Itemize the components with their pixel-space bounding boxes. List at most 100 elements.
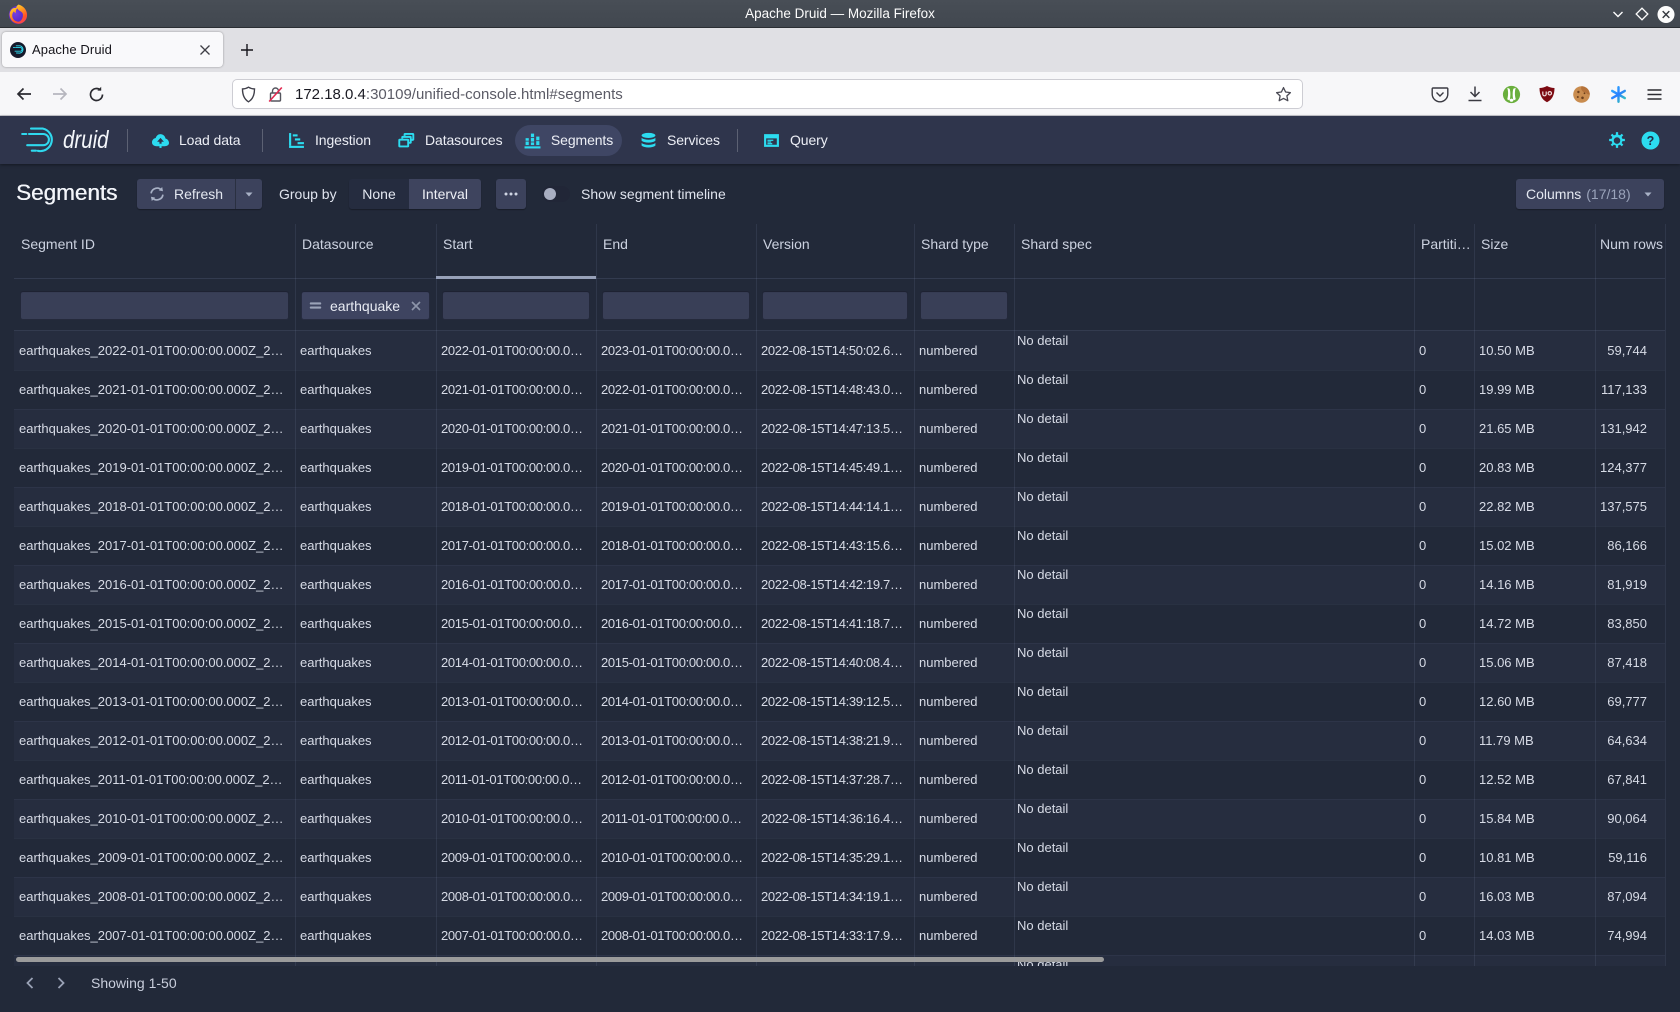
next-page-button[interactable] [51, 973, 71, 993]
druid-brand[interactable]: druid [21, 116, 119, 164]
nav-datasources[interactable]: Datasources [398, 116, 503, 164]
cell-partition: 0 [1419, 799, 1466, 838]
filter-input[interactable] [920, 291, 1008, 320]
reload-button[interactable] [81, 79, 111, 109]
refresh-button[interactable]: Refresh [137, 179, 236, 209]
table-row[interactable]: earthquakes_2016-01-01T00:00:00.000Z_2…e… [14, 565, 1665, 604]
column-header[interactable]: Segment ID [21, 236, 290, 252]
url-bar[interactable]: 172.18.0.4:30109/unified-console.html#se… [232, 79, 1303, 109]
timeline-toggle-track[interactable] [542, 186, 570, 202]
browser-tab[interactable]: Apache Druid [2, 32, 223, 67]
url-text: 172.18.0.4:30109/unified-console.html#se… [295, 86, 623, 103]
table-row[interactable]: earthquakes_2022-01-01T00:00:00.000Z_2…e… [14, 331, 1665, 370]
menu-hamburger-icon[interactable] [1639, 79, 1669, 109]
nav-segments[interactable]: Segments [515, 125, 622, 156]
prev-page-button[interactable] [20, 973, 40, 993]
cell-partition: 0 [1419, 409, 1466, 448]
datasource-filter[interactable]: earthquake [301, 291, 430, 320]
cell-shard_spec: No detail [1017, 643, 1404, 682]
column-header[interactable]: Shard spec [1021, 236, 1409, 252]
columns-label: Columns [1526, 186, 1581, 202]
cell-end: 2010-01-01T00:00:00.0… [601, 838, 748, 877]
nav-label: Services [667, 132, 720, 148]
table-row[interactable]: earthquakes_2019-01-01T00:00:00.000Z_2…e… [14, 448, 1665, 487]
insecure-lock-icon[interactable] [263, 79, 287, 109]
filter-input[interactable] [442, 291, 590, 320]
table-row[interactable]: earthquakes_2011-01-01T00:00:00.000Z_2…e… [14, 760, 1665, 799]
table-row[interactable]: earthquakes_2021-01-01T00:00:00.000Z_2…e… [14, 370, 1665, 409]
column-header[interactable]: Shard type [921, 236, 1009, 252]
bookmark-star-icon[interactable] [1268, 79, 1298, 109]
forward-button[interactable] [45, 79, 75, 109]
new-tab-button[interactable] [233, 36, 260, 63]
nav-load-data[interactable]: Load data [152, 116, 240, 164]
table-row[interactable]: earthquakes_2010-01-01T00:00:00.000Z_2…e… [14, 799, 1665, 838]
cell-partition: 0 [1419, 331, 1466, 370]
pocket-icon[interactable] [1425, 79, 1455, 109]
table-row[interactable]: earthquakes_2015-01-01T00:00:00.000Z_2…e… [14, 604, 1665, 643]
window-maximize-button[interactable] [1633, 5, 1651, 23]
cell-num_rows: 90,064 [1600, 799, 1647, 838]
remove-filter-icon[interactable] [410, 300, 422, 312]
column-header[interactable]: Version [763, 236, 909, 252]
nav-ingestion[interactable]: Ingestion [288, 116, 371, 164]
cell-end: 2015-01-01T00:00:00.0… [601, 643, 748, 682]
back-button[interactable] [9, 79, 39, 109]
table-row[interactable]: earthquakes_2013-01-01T00:00:00.000Z_2…e… [14, 682, 1665, 721]
table-row[interactable]: earthquakes_2007-01-01T00:00:00.000Z_2…e… [14, 916, 1665, 955]
cell-segment_id: earthquakes_2013-01-01T00:00:00.000Z_2… [19, 682, 287, 721]
refresh-dropdown-button[interactable] [236, 188, 262, 200]
window-minimize-button[interactable] [1609, 5, 1627, 23]
cell-end: 2012-01-01T00:00:00.0… [601, 760, 748, 799]
shield-icon[interactable] [233, 79, 263, 109]
filter-input[interactable] [762, 291, 908, 320]
columns-button[interactable]: Columns (17/18) [1516, 179, 1664, 209]
cell-segment_id: earthquakes_2017-01-01T00:00:00.000Z_2… [19, 526, 287, 565]
column-header[interactable]: Partiti… [1421, 236, 1469, 252]
privacy-badger-icon[interactable] [1496, 79, 1526, 109]
table-row[interactable]: earthquakes_2012-01-01T00:00:00.000Z_2…e… [14, 721, 1665, 760]
window-close-button[interactable] [1657, 5, 1675, 23]
help-icon[interactable]: ? [1641, 131, 1660, 150]
table-row[interactable]: earthquakes_2008-01-01T00:00:00.000Z_2…e… [14, 877, 1665, 916]
cookie-icon[interactable] [1566, 79, 1596, 109]
group-none-button[interactable]: None [349, 179, 409, 209]
cell-datasource: earthquakes [300, 604, 428, 643]
cell-shard_spec: No detail [1017, 604, 1404, 643]
column-header[interactable]: Num rows [1555, 236, 1663, 252]
cell-start: 2020-01-01T00:00:00.0… [441, 409, 588, 448]
filter-input[interactable] [602, 291, 750, 320]
cell-size: 20.83 MB [1479, 448, 1587, 487]
row-divider [14, 760, 1665, 761]
cell-num_rows: 86,166 [1600, 526, 1647, 565]
more-options-button[interactable] [496, 179, 526, 209]
table-row[interactable]: earthquakes_2020-01-01T00:00:00.000Z_2…e… [14, 409, 1665, 448]
tab-close-icon[interactable] [192, 37, 217, 62]
cell-segment_id: earthquakes_2014-01-01T00:00:00.000Z_2… [19, 643, 287, 682]
group-interval-button[interactable]: Interval [409, 179, 481, 209]
column-header[interactable]: Datasource [302, 236, 431, 252]
table-row[interactable]: earthquakes_2018-01-01T00:00:00.000Z_2…e… [14, 487, 1665, 526]
download-icon[interactable] [1460, 79, 1490, 109]
gantt-chart-icon [288, 132, 305, 149]
table-row[interactable]: earthquakes_2009-01-01T00:00:00.000Z_2…e… [14, 838, 1665, 877]
close-x-icon [1657, 5, 1675, 24]
extension-asterisk-icon[interactable] [1603, 79, 1633, 109]
console-icon [763, 132, 780, 149]
column-header[interactable]: Start [443, 236, 591, 252]
cell-start: 2016-01-01T00:00:00.0… [441, 565, 588, 604]
horizontal-scrollbar[interactable] [16, 957, 1104, 962]
table-row[interactable]: earthquakes_2017-01-01T00:00:00.000Z_2…e… [14, 526, 1665, 565]
cell-start: 2013-01-01T00:00:00.0… [441, 682, 588, 721]
settings-gear-icon[interactable] [1608, 131, 1626, 149]
column-header[interactable]: End [603, 236, 751, 252]
row-divider [14, 682, 1665, 683]
cell-partition: 0 [1419, 526, 1466, 565]
ublock-icon[interactable] [1532, 79, 1562, 109]
row-divider [14, 526, 1665, 527]
filter-input[interactable] [20, 291, 289, 320]
nav-services[interactable]: Services [640, 116, 720, 164]
nav-query[interactable]: Query [763, 116, 828, 164]
table-row[interactable]: earthquakes_2014-01-01T00:00:00.000Z_2…e… [14, 643, 1665, 682]
cell-datasource: earthquakes [300, 760, 428, 799]
